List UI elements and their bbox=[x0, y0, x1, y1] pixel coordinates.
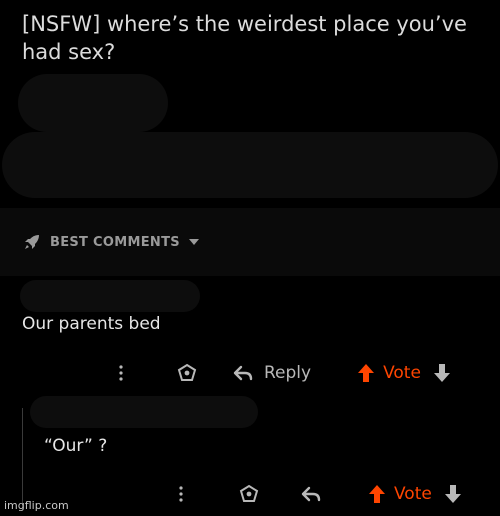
upvote-arrow-icon[interactable] bbox=[357, 363, 375, 383]
comment-actions: Reply Vote bbox=[114, 362, 451, 384]
sort-label: BEST COMMENTS bbox=[50, 234, 180, 250]
sort-bar[interactable]: BEST COMMENTS bbox=[0, 208, 500, 276]
redaction-blob bbox=[18, 74, 168, 132]
reply-arrow-icon bbox=[233, 365, 253, 381]
award-button[interactable] bbox=[176, 362, 198, 384]
reply-button[interactable] bbox=[300, 483, 322, 505]
reply-comment-actions: Vote bbox=[174, 483, 462, 505]
award-button[interactable] bbox=[238, 483, 260, 505]
vote-label: Vote bbox=[394, 484, 432, 504]
vote-label: Vote bbox=[383, 363, 421, 383]
redaction-blob bbox=[20, 280, 200, 312]
upvote-arrow-icon[interactable] bbox=[368, 484, 386, 504]
reply-button[interactable]: Reply bbox=[232, 362, 311, 384]
rocket-icon bbox=[25, 235, 39, 249]
thread-line bbox=[22, 408, 23, 508]
more-options-button[interactable] bbox=[114, 362, 128, 384]
redaction-blob bbox=[2, 132, 498, 198]
downvote-arrow-icon[interactable] bbox=[444, 484, 462, 504]
comment-body: Our parents bed bbox=[22, 314, 161, 334]
reply-arrow-icon bbox=[301, 486, 321, 502]
more-vertical-icon bbox=[119, 365, 123, 381]
vote-control: Vote bbox=[357, 363, 451, 383]
vote-control: Vote bbox=[368, 484, 462, 504]
more-vertical-icon bbox=[179, 486, 183, 502]
redaction-blob bbox=[30, 396, 258, 428]
post-title: [NSFW] where’s the weirdest place you’ve… bbox=[22, 12, 467, 64]
caret-down-icon bbox=[188, 239, 199, 245]
downvote-arrow-icon[interactable] bbox=[433, 363, 451, 383]
reply-comment-body: “Our” ? bbox=[44, 436, 108, 456]
award-icon bbox=[177, 363, 197, 381]
award-icon bbox=[239, 484, 259, 502]
more-options-button[interactable] bbox=[174, 483, 188, 505]
reply-label: Reply bbox=[264, 363, 312, 383]
watermark: imgflip.com bbox=[4, 499, 69, 512]
